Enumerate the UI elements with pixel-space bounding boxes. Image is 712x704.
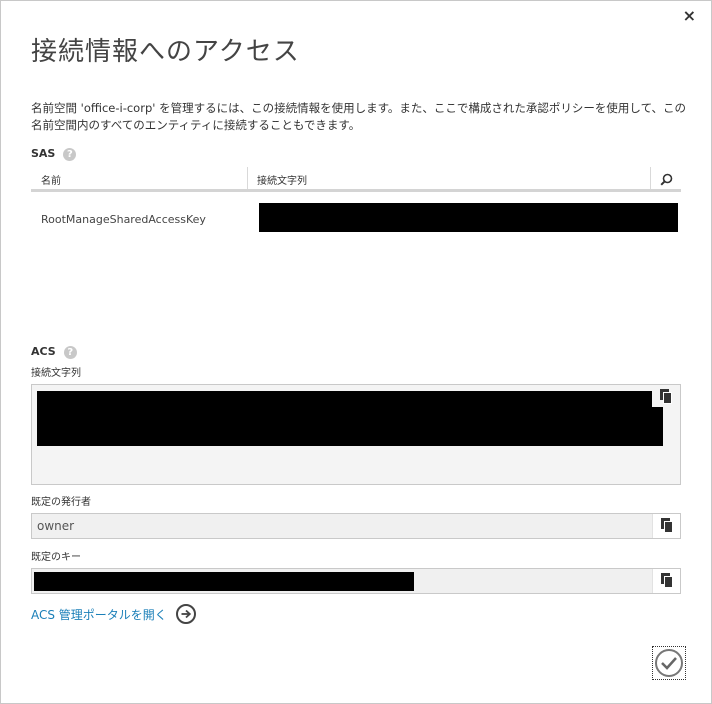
copy-button[interactable] bbox=[652, 514, 680, 538]
acs-connection-textarea[interactable] bbox=[31, 384, 681, 485]
redacted-key-value bbox=[34, 572, 414, 591]
search-icon bbox=[659, 173, 672, 186]
key-label: 既定のキー bbox=[31, 552, 81, 563]
column-divider bbox=[247, 167, 248, 189]
issuer-label: 既定の発行者 bbox=[31, 497, 91, 508]
column-header-connection-string[interactable]: 接続文字列 bbox=[257, 172, 307, 187]
copy-icon bbox=[660, 518, 673, 533]
acs-portal-link[interactable]: ACS 管理ポータルを開く bbox=[31, 604, 196, 624]
sas-label: SAS bbox=[31, 147, 56, 160]
copy-button[interactable] bbox=[652, 569, 680, 593]
help-icon[interactable]: ? bbox=[63, 147, 77, 161]
redacted-connection-string bbox=[259, 203, 678, 232]
issuer-value: owner bbox=[37, 519, 75, 533]
issuer-field[interactable]: owner bbox=[31, 513, 681, 539]
sas-table-header: 名前 接続文字列 bbox=[31, 167, 681, 192]
copy-icon bbox=[660, 573, 673, 588]
copy-button[interactable] bbox=[652, 385, 680, 407]
redacted-connection-value bbox=[37, 391, 663, 446]
checkmark-icon bbox=[655, 649, 683, 677]
column-header-name[interactable]: 名前 bbox=[41, 172, 61, 187]
acs-portal-link-label: ACS 管理ポータルを開く bbox=[31, 607, 167, 622]
sas-section-header: SAS? bbox=[31, 147, 77, 161]
key-field[interactable] bbox=[31, 568, 681, 594]
search-button[interactable] bbox=[651, 167, 681, 191]
policy-name: RootManageSharedAccessKey bbox=[41, 213, 206, 226]
ok-button[interactable] bbox=[652, 646, 686, 680]
acs-label: ACS bbox=[31, 345, 56, 358]
connection-info-dialog: × 接続情報へのアクセス 名前空間 'office-i-corp' を管理するに… bbox=[0, 0, 712, 704]
dialog-title: 接続情報へのアクセス bbox=[31, 37, 300, 67]
arrow-right-circle-icon bbox=[175, 604, 196, 624]
acs-section-header: ACS? bbox=[31, 345, 77, 359]
copy-icon bbox=[660, 389, 672, 404]
close-button[interactable]: × bbox=[683, 6, 696, 25]
help-icon[interactable]: ? bbox=[63, 345, 77, 359]
acs-connection-label: 接続文字列 bbox=[31, 368, 81, 379]
dialog-description: 名前空間 'office-i-corp' を管理するには、この接続情報を使用しま… bbox=[31, 101, 686, 132]
close-icon: × bbox=[682, 6, 696, 25]
